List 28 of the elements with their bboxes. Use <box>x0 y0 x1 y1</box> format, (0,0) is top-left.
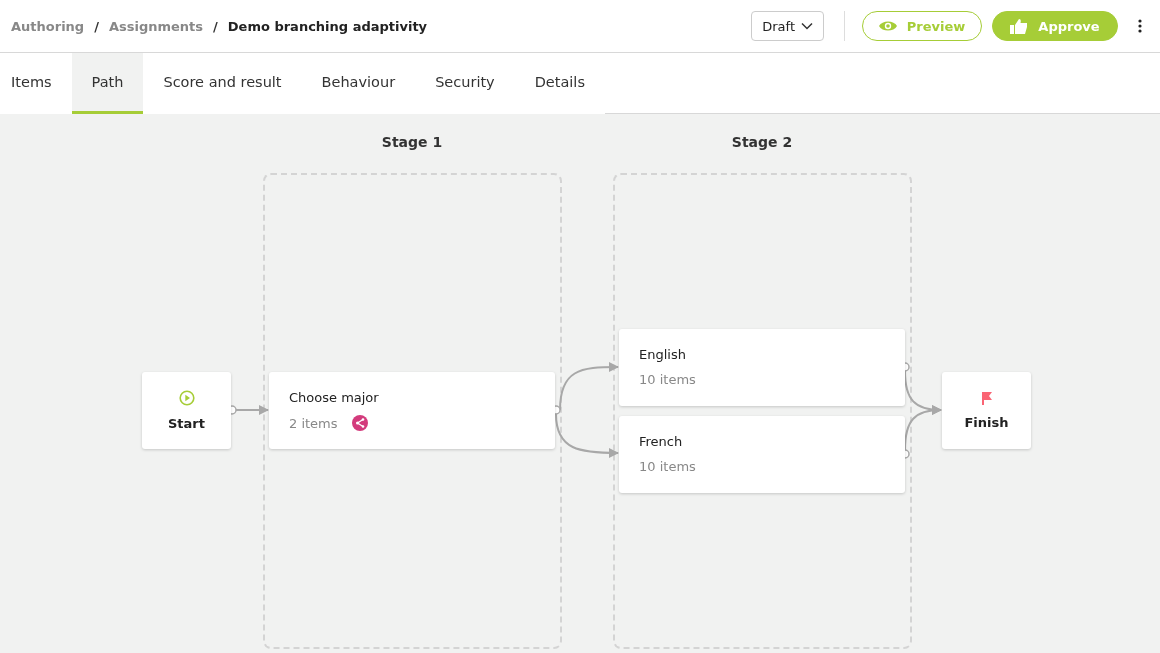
play-icon <box>178 390 195 406</box>
activity-card[interactable]: Choose major 2 items <box>269 372 555 449</box>
thumbs-up-icon <box>1010 18 1029 34</box>
breadcrumb-link[interactable]: Assignments <box>108 18 204 34</box>
breadcrumb-separator: / <box>94 18 99 34</box>
activity-card[interactable]: English 10 items <box>619 329 905 406</box>
status-dropdown[interactable]: Draft <box>751 11 824 41</box>
stage-title: Stage 1 <box>380 134 444 150</box>
stage-title: Stage 2 <box>730 134 794 150</box>
activity-title: French <box>639 434 684 449</box>
eye-icon <box>878 20 897 32</box>
item-count: 10 items <box>639 372 696 387</box>
connector-arrow <box>555 413 619 458</box>
node-label: Start <box>168 416 205 431</box>
flag-icon <box>979 391 994 405</box>
path-node[interactable]: Start <box>142 372 231 449</box>
activity-title: English <box>639 347 687 362</box>
breadcrumb-link[interactable]: Authoring <box>11 18 85 34</box>
chevron-down-icon <box>801 22 813 30</box>
breadcrumb-separator: / <box>213 18 218 34</box>
item-count: 2 items <box>289 415 338 431</box>
activity-card[interactable]: French 10 items <box>619 416 905 493</box>
page-title: Demo branching adaptivity <box>227 18 428 34</box>
tab[interactable]: Path <box>71 53 144 114</box>
node-label: Finish <box>964 415 1009 430</box>
item-count: 10 items <box>639 459 696 474</box>
path-node[interactable]: Finish <box>942 372 1031 449</box>
activity-title: Choose major <box>289 390 380 405</box>
